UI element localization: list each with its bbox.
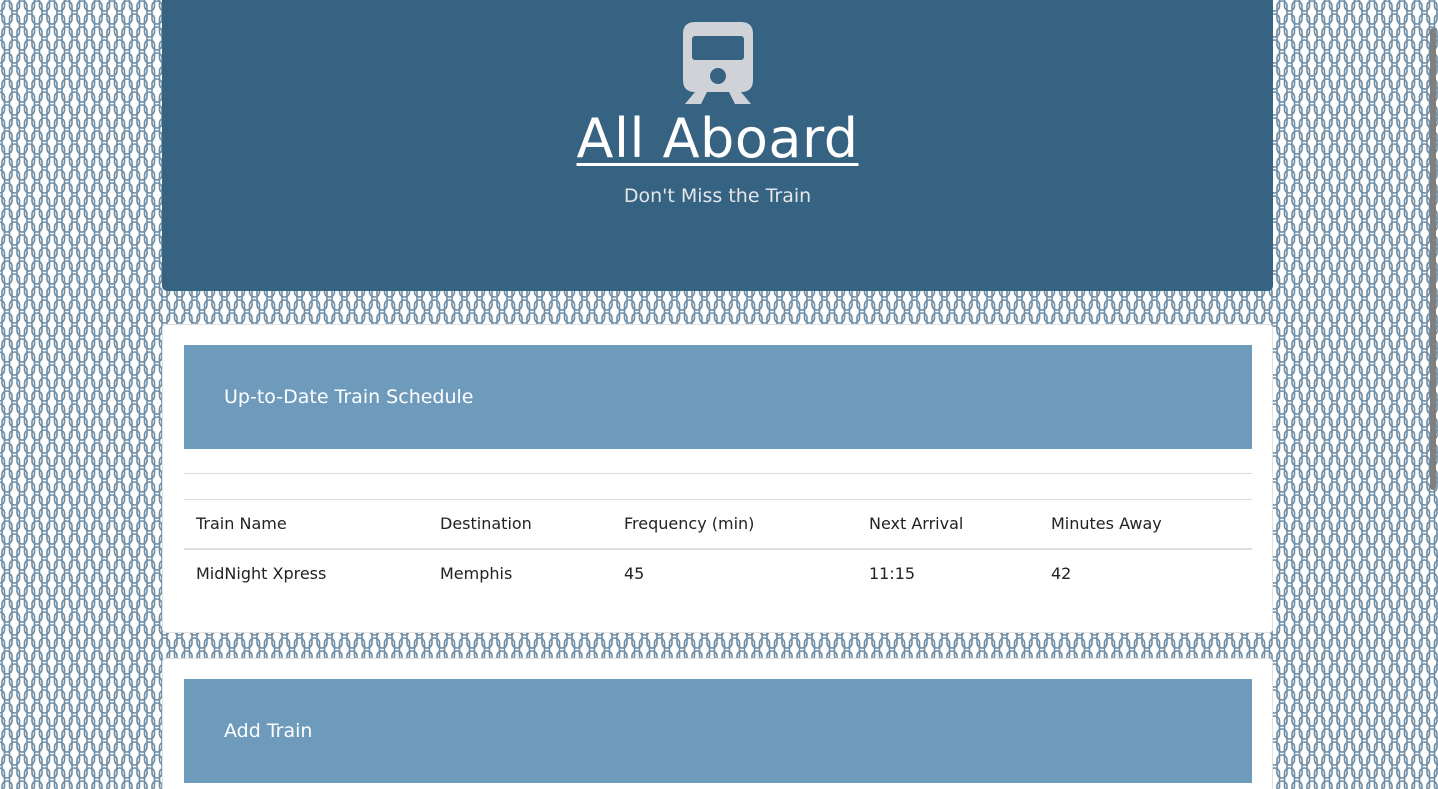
column-header-destination: Destination xyxy=(428,499,612,550)
column-header-next-arrival: Next Arrival xyxy=(857,499,1039,550)
column-header-minutes-away: Minutes Away xyxy=(1039,499,1252,550)
column-header-frequency: Frequency (min) xyxy=(612,499,857,550)
schedule-panel: Up-to-Date Train Schedule Train Name Des… xyxy=(162,324,1273,633)
cell-frequency: 45 xyxy=(624,564,645,583)
page-scrollbar[interactable] xyxy=(1430,28,1436,490)
divider xyxy=(184,473,1252,474)
header-jumbotron: All Aboard Don't Miss the Train xyxy=(162,0,1273,291)
cell-destination: Memphis xyxy=(440,564,513,583)
train-schedule-table: Train Name Destination Frequency (min) N… xyxy=(184,499,1252,598)
column-header-train-name: Train Name xyxy=(184,499,428,550)
cell-train-name: MidNight Xpress xyxy=(196,564,327,583)
schedule-panel-heading: Up-to-Date Train Schedule xyxy=(184,345,1252,449)
train-icon xyxy=(683,22,753,104)
add-train-panel: Add Train xyxy=(162,658,1273,789)
cell-minutes-away: 42 xyxy=(1051,564,1072,583)
add-train-panel-heading: Add Train xyxy=(184,679,1252,783)
cell-next-arrival: 11:15 xyxy=(869,564,916,583)
table-row: MidNight Xpress Memphis 45 11:15 42 xyxy=(184,549,1252,598)
page-title: All Aboard xyxy=(576,107,859,170)
table-header-row: Train Name Destination Frequency (min) N… xyxy=(184,499,1252,550)
page-subtitle: Don't Miss the Train xyxy=(623,185,812,207)
